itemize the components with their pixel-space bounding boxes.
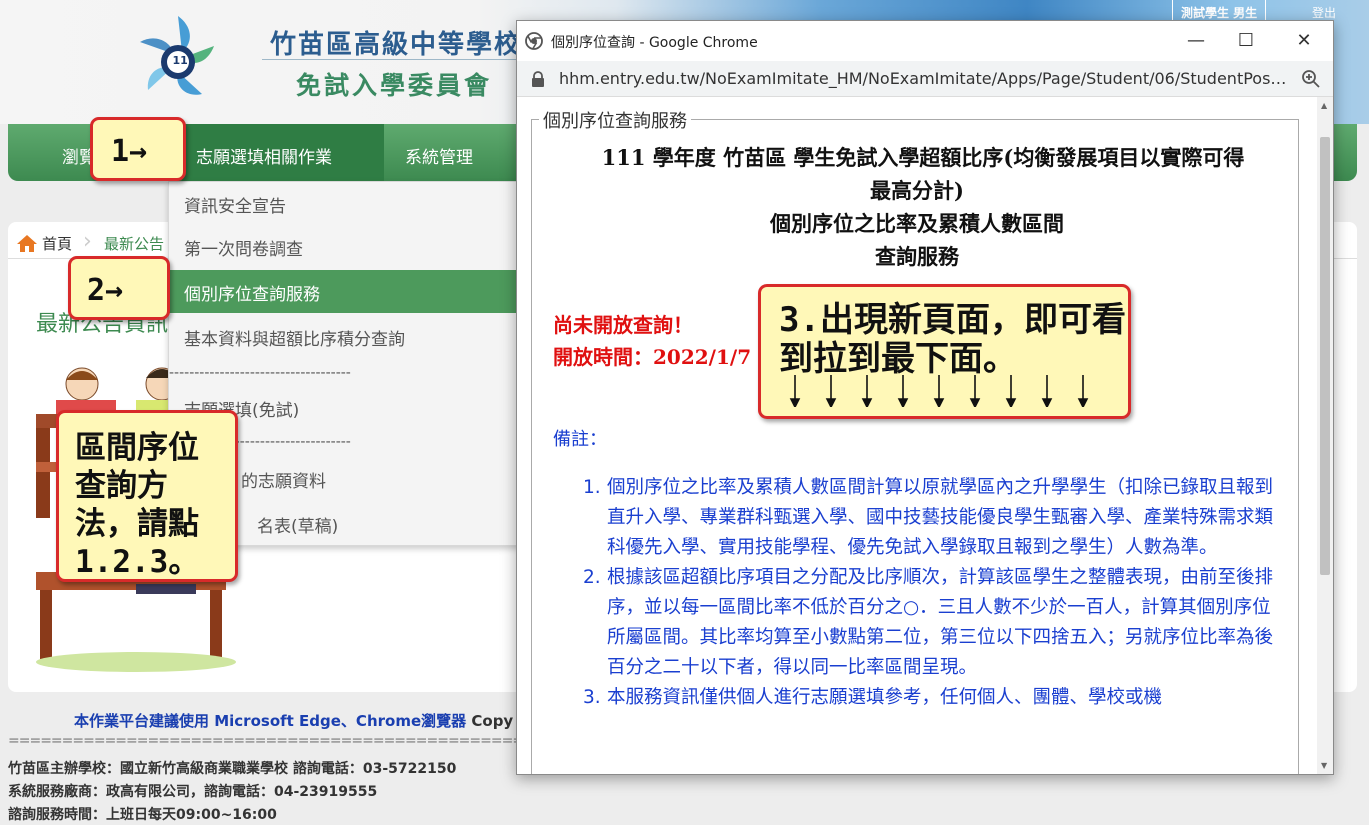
- page-viewport[interactable]: 個別序位查詢服務 111 學年度 竹苗區 學生免試入學超額比序(均衡發展項目以實…: [517, 97, 1317, 774]
- service-hours: 諮詢服務時間：上班日每天09:00~16:00: [8, 807, 277, 823]
- callout-step-3: 3.出現新頁面，即可看到拉到最下面。: [758, 284, 1131, 419]
- close-icon[interactable]: ✕: [1281, 27, 1327, 55]
- note-text: 本服務資訊僅供個人進行志願選填參考，任何個人、團體、學校或機: [607, 687, 1163, 708]
- down-arrows: [789, 375, 1089, 407]
- notes-list: 1. 個別序位之比率及累積人數區間計算以原就學區內之升學學生（扣除已錄取且報到直升…: [563, 473, 1283, 713]
- heading-line-1: 111 學年度 竹苗區 學生免試入學超額比序(均衡發展項目以實際可得: [601, 145, 1245, 170]
- lock-icon: [532, 71, 544, 87]
- footer-divider: ========================================…: [8, 733, 518, 749]
- scroll-down-icon[interactable]: ▼: [1321, 761, 1327, 770]
- site-subtitle: 免試入學委員會: [296, 71, 493, 100]
- note-number: 3.: [583, 687, 601, 708]
- host-school-info: 竹苗區主辦學校：國立新竹高級商業職業學校 諮詢電話：03-5722150: [8, 761, 457, 777]
- chrome-icon: [525, 32, 543, 50]
- vertical-scrollbar[interactable]: ▲ ▼: [1317, 97, 1333, 774]
- note-text: 根據該區超額比序項目之分配及比序順次，計算該區學生之整體表現，由前至後排序，並以…: [607, 567, 1274, 678]
- copyright-text: Copy: [471, 712, 514, 730]
- heading-line-4: 查詢服務: [875, 244, 959, 269]
- breadcrumb-home[interactable]: 首頁: [42, 233, 72, 254]
- vendor-info: 系統服務廠商：政高有限公司，諮詢電話：04-23919555: [8, 784, 378, 800]
- callout-step-2: 2→: [68, 256, 170, 320]
- remark-label: 備註：: [553, 429, 607, 450]
- menu-separator: ------------------------------------: [169, 365, 351, 381]
- menu-item-position-query[interactable]: 個別序位查詢服務: [184, 280, 320, 305]
- heading-line-2: 最高分計): [870, 178, 964, 203]
- fieldset-legend: 個別序位查詢服務: [539, 107, 691, 133]
- current-user[interactable]: 測試學生 男生: [1172, 0, 1267, 22]
- menu-item-application-data[interactable]: 的志願資料: [241, 467, 326, 492]
- list-item: 3. 本服務資訊僅供個人進行志願選填參考，任何個人、團體、學校或機: [563, 683, 1283, 713]
- chrome-popup-window[interactable]: 個別序位查詢 - Google Chrome — ☐ ✕ hhm.entry.e…: [516, 20, 1334, 775]
- address-bar[interactable]: hhm.entry.edu.tw/NoExamImitate_HM/NoExam…: [517, 61, 1333, 97]
- note-number: 2.: [583, 567, 601, 588]
- title-divider: [262, 59, 522, 60]
- query-status: 尚未開放查詢！: [553, 313, 693, 337]
- list-item: 1. 個別序位之比率及累積人數區間計算以原就學區內之升學學生（扣除已錄取且報到直升…: [563, 473, 1283, 563]
- site-title: 竹苗區高級中等學校: [270, 30, 523, 60]
- menu-item-security-notice[interactable]: 資訊安全宣告: [184, 192, 286, 217]
- nav-item-system[interactable]: 系統管理: [405, 143, 473, 168]
- zoom-icon[interactable]: [1301, 69, 1321, 89]
- window-title: 個別序位查詢 - Google Chrome: [551, 35, 758, 51]
- list-item: 2. 根據該區超額比序項目之分配及比序順次，計算該區學生之整體表現，由前至後排序，…: [563, 563, 1283, 683]
- url-text[interactable]: hhm.entry.edu.tw/NoExamImitate_HM/NoExam…: [559, 69, 1287, 88]
- query-heading: 111 學年度 竹苗區 學生免試入學超額比序(均衡發展項目以實際可得 最高分計)…: [517, 141, 1317, 273]
- menu-item-survey[interactable]: 第一次問卷調查: [184, 235, 303, 260]
- menu-item-draft-list[interactable]: 名表(草稿): [257, 512, 338, 537]
- note-text: 個別序位之比率及累積人數區間計算以原就學區內之升學學生（扣除已錄取且報到直升入學…: [607, 477, 1274, 558]
- scroll-up-icon[interactable]: ▲: [1321, 101, 1327, 110]
- breadcrumb-separator: ›: [83, 229, 92, 254]
- browser-note-text: 本作業平台建議使用 Microsoft Edge、Chrome瀏覽器: [74, 712, 467, 730]
- breadcrumb-news[interactable]: 最新公告: [104, 233, 164, 254]
- heading-line-3: 個別序位之比率及累積人數區間: [770, 211, 1064, 236]
- maximize-icon[interactable]: ☐: [1223, 27, 1269, 55]
- note-number: 1.: [583, 477, 601, 498]
- nav-item-application[interactable]: 志願選填相關作業: [196, 143, 332, 168]
- scrollbar-thumb[interactable]: [1320, 137, 1330, 575]
- callout-step-1: 1→: [90, 117, 186, 181]
- browser-note: 本作業平台建議使用 Microsoft Edge、Chrome瀏覽器 Copy: [74, 710, 513, 731]
- window-titlebar[interactable]: 個別序位查詢 - Google Chrome — ☐ ✕: [517, 21, 1333, 61]
- minimize-icon[interactable]: —: [1173, 27, 1219, 55]
- home-icon[interactable]: [16, 233, 38, 253]
- logo-number: 111: [172, 54, 196, 67]
- open-time: 開放時間：2022/1/7: [553, 345, 752, 369]
- menu-item-score-query[interactable]: 基本資料與超額比序積分查詢: [184, 325, 405, 350]
- callout-instructions: 區間序位查詢方法，請點1.2.3。: [56, 410, 238, 582]
- callout-step-3-text: 3.出現新頁面，即可看到拉到最下面。: [779, 300, 1126, 379]
